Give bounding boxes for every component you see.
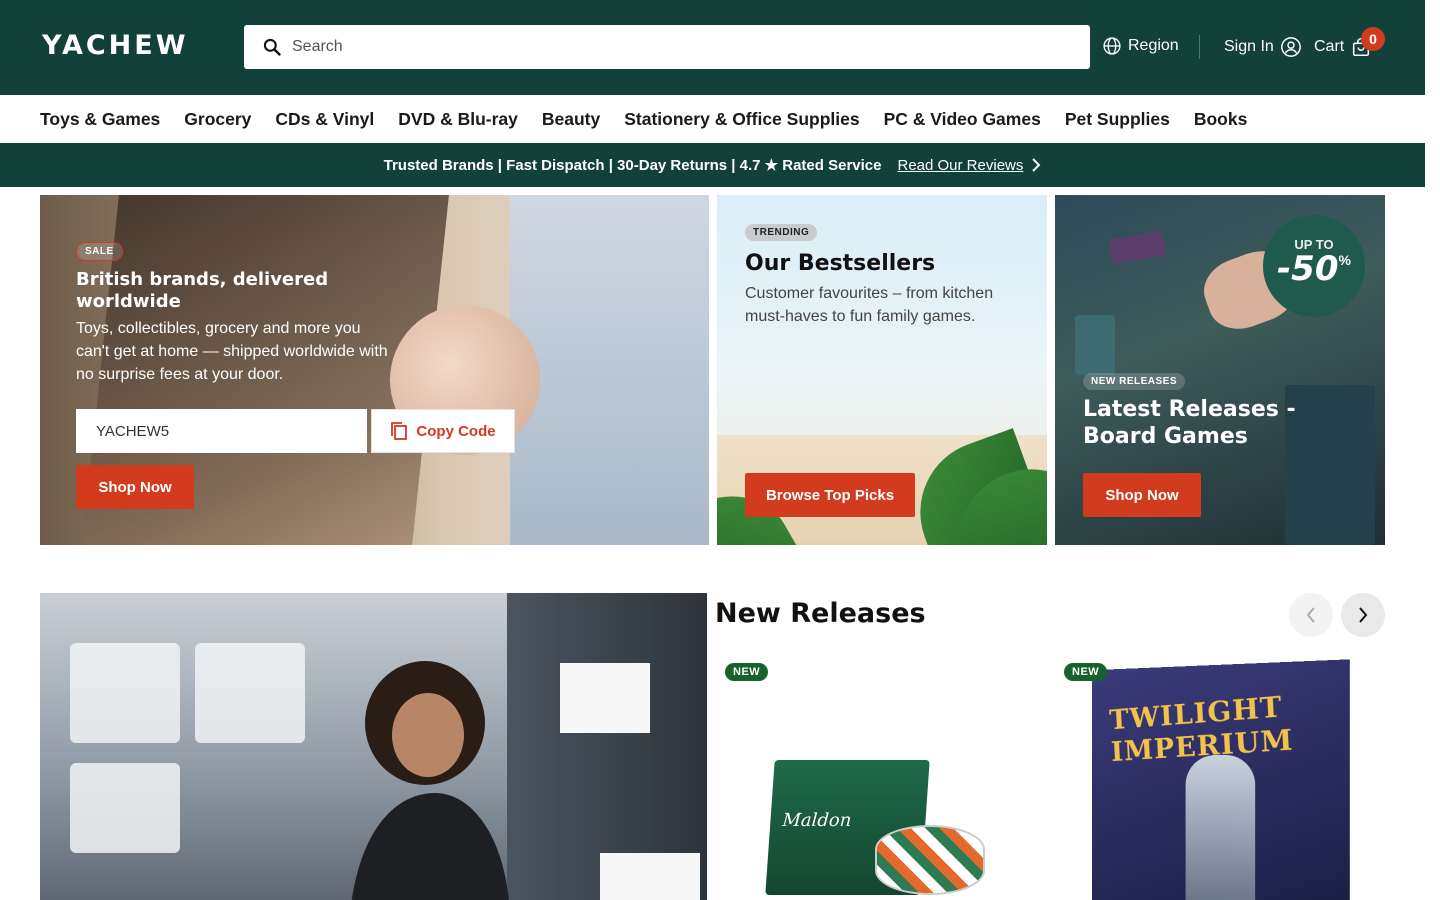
- bestsellers-title: Our Bestsellers: [745, 251, 936, 276]
- cart-count-badge: 0: [1361, 27, 1385, 51]
- search-icon: [263, 38, 281, 56]
- sign-in-label: Sign In: [1224, 38, 1274, 55]
- sign-in-link[interactable]: Sign In: [1224, 36, 1302, 58]
- product-card[interactable]: NEW Maldon: [715, 655, 1045, 900]
- discount-badge: UP TO -50%: [1263, 215, 1365, 317]
- carousel-prev-button[interactable]: [1289, 593, 1333, 637]
- board-games-banner[interactable]: UP TO -50% NEW RELEASES Latest Releases …: [1055, 195, 1385, 545]
- board-games-content: NEW RELEASES Latest Releases - Board Gam…: [1083, 371, 1373, 450]
- person-image: [351, 661, 509, 900]
- chevron-left-icon: [1306, 607, 1315, 623]
- nav-item-books[interactable]: Books: [1194, 109, 1247, 130]
- category-nav: Toys & Games Grocery CDs & Vinyl DVD & B…: [0, 95, 1425, 143]
- chevron-right-icon: [1032, 158, 1041, 172]
- carousel-next-button[interactable]: [1341, 593, 1385, 637]
- bestsellers-content: TRENDING Our Bestsellers Customer favour…: [745, 222, 1025, 328]
- search-bar[interactable]: [244, 25, 1090, 69]
- product-brand: Maldon: [781, 810, 853, 831]
- header-divider: [1199, 35, 1200, 59]
- new-badge: NEW: [1064, 663, 1108, 681]
- nav-item-pet-supplies[interactable]: Pet Supplies: [1065, 109, 1170, 130]
- search-input[interactable]: [292, 27, 1090, 67]
- game-piece: [1108, 230, 1167, 265]
- nav-item-stationery[interactable]: Stationery & Office Supplies: [624, 109, 859, 130]
- promo-code-field[interactable]: YACHEW5: [76, 409, 367, 453]
- parcel-box: [560, 663, 650, 733]
- window-decoration: [195, 643, 305, 743]
- region-label: Region: [1128, 37, 1179, 54]
- shop-now-games-button[interactable]: Shop Now: [1083, 473, 1201, 517]
- trust-bar: Trusted Brands | Fast Dispatch | 30-Day …: [0, 143, 1425, 187]
- game-piece: [1075, 315, 1115, 375]
- bestsellers-description: Customer favourites – from kitchen must-…: [745, 285, 994, 325]
- parcel-box: [600, 853, 700, 900]
- copy-code-button[interactable]: Copy Code: [371, 409, 515, 453]
- bestsellers-banner[interactable]: TRENDING Our Bestsellers Customer favour…: [717, 195, 1047, 545]
- account-icon: [1280, 37, 1301, 57]
- browse-top-picks-button[interactable]: Browse Top Picks: [745, 473, 915, 517]
- trending-badge: TRENDING: [745, 224, 818, 241]
- discount-percent: %: [1338, 252, 1351, 268]
- window-decoration: [70, 643, 180, 743]
- copy-icon: [391, 422, 408, 440]
- nav-item-cds-vinyl[interactable]: CDs & Vinyl: [275, 109, 374, 130]
- hero-sale-banner[interactable]: SALE British brands, delivered worldwide…: [40, 195, 709, 545]
- site-header: YACHEW Region Sign In Cart 0: [0, 0, 1425, 95]
- nav-item-pc-video-games[interactable]: PC & Video Games: [884, 109, 1041, 130]
- robot-figure: [1185, 754, 1256, 900]
- hero-background-shirt: [510, 195, 709, 545]
- hero-sale-content: SALE British brands, delivered worldwide…: [76, 241, 396, 386]
- product-image-twilight-imperium: TWILIGHT IMPERIUM: [1091, 659, 1350, 900]
- discount-value: -50: [1277, 249, 1339, 289]
- region-selector[interactable]: Region: [1102, 36, 1179, 56]
- new-releases-badge: NEW RELEASES: [1083, 373, 1186, 390]
- trust-text: Trusted Brands | Fast Dispatch | 30-Day …: [383, 157, 882, 174]
- promo-image[interactable]: [40, 593, 707, 900]
- sale-badge: SALE: [76, 242, 123, 261]
- nav-item-dvd-bluray[interactable]: DVD & Blu-ray: [398, 109, 518, 130]
- new-releases-title: New Releases: [715, 598, 926, 629]
- window-decoration: [70, 763, 180, 853]
- discount-up-to: UP TO: [1294, 237, 1334, 252]
- logo[interactable]: YACHEW: [42, 30, 189, 61]
- nav-item-toys-games[interactable]: Toys & Games: [40, 109, 160, 130]
- hero-sale-description: Toys, collectibles, grocery and more you…: [76, 320, 388, 383]
- board-games-title: Latest Releases - Board Games: [1083, 397, 1296, 449]
- salt-tin-image: [875, 825, 985, 895]
- globe-icon: [1103, 37, 1121, 55]
- hero-sale-title: British brands, delivered worldwide: [76, 269, 329, 312]
- read-reviews-label: Read Our Reviews: [897, 156, 1024, 174]
- product-card[interactable]: TWILIGHT IMPERIUM NEW: [1055, 655, 1385, 900]
- chevron-right-icon: [1359, 607, 1368, 623]
- nav-item-grocery[interactable]: Grocery: [184, 109, 251, 130]
- new-badge: NEW: [725, 663, 769, 681]
- cart-label: Cart: [1314, 38, 1345, 55]
- nav-item-beauty[interactable]: Beauty: [542, 109, 600, 130]
- copy-code-label: Copy Code: [416, 422, 496, 440]
- read-reviews-link[interactable]: Read Our Reviews: [897, 157, 1041, 174]
- shop-now-button[interactable]: Shop Now: [76, 465, 194, 509]
